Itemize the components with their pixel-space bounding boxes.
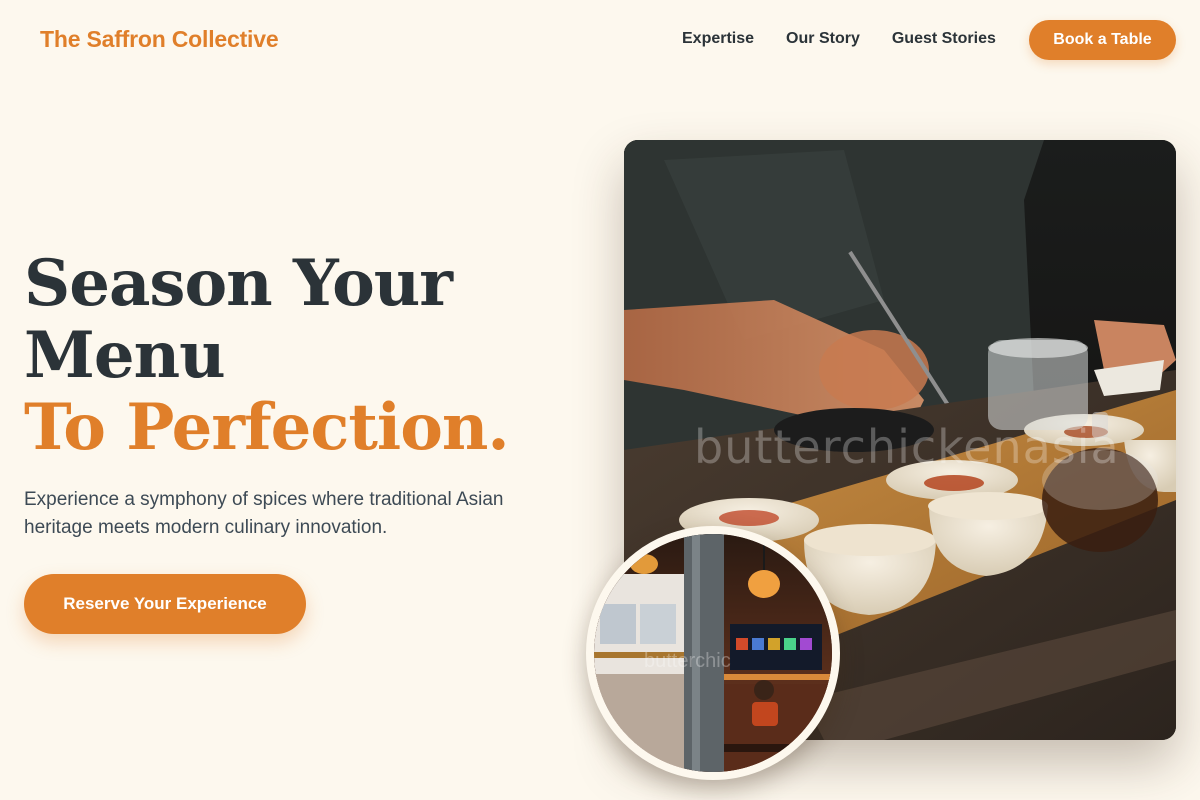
book-table-button[interactable]: Book a Table: [1029, 20, 1176, 60]
landing-page: The Saffron Collective Expertise Our Sto…: [0, 0, 1200, 800]
restaurant-interior-photo: butterchic: [586, 526, 840, 780]
nav-link-expertise[interactable]: Expertise: [682, 30, 754, 48]
main-photo-watermark: butterchickenasia: [694, 420, 1120, 474]
nav-link-our-story[interactable]: Our Story: [786, 30, 860, 48]
nav-link-guest-stories[interactable]: Guest Stories: [892, 30, 996, 48]
hero-subtext: Experience a symphony of spices where tr…: [24, 489, 504, 538]
headline-line-2: Menu: [24, 318, 226, 393]
reserve-experience-button[interactable]: Reserve Your Experience: [24, 574, 306, 634]
inset-photo-watermark: butterchic: [644, 650, 731, 672]
headline-line-1: Season Your: [24, 246, 453, 321]
brand-logo[interactable]: The Saffron Collective: [40, 26, 279, 53]
hero-headline: Season Your Menu To Perfection.: [24, 246, 510, 465]
top-nav: The Saffron Collective Expertise Our Sto…: [0, 0, 1200, 80]
headline-accent: To Perfection.: [24, 390, 510, 465]
nav-links: Expertise Our Story Guest Stories: [682, 30, 996, 48]
